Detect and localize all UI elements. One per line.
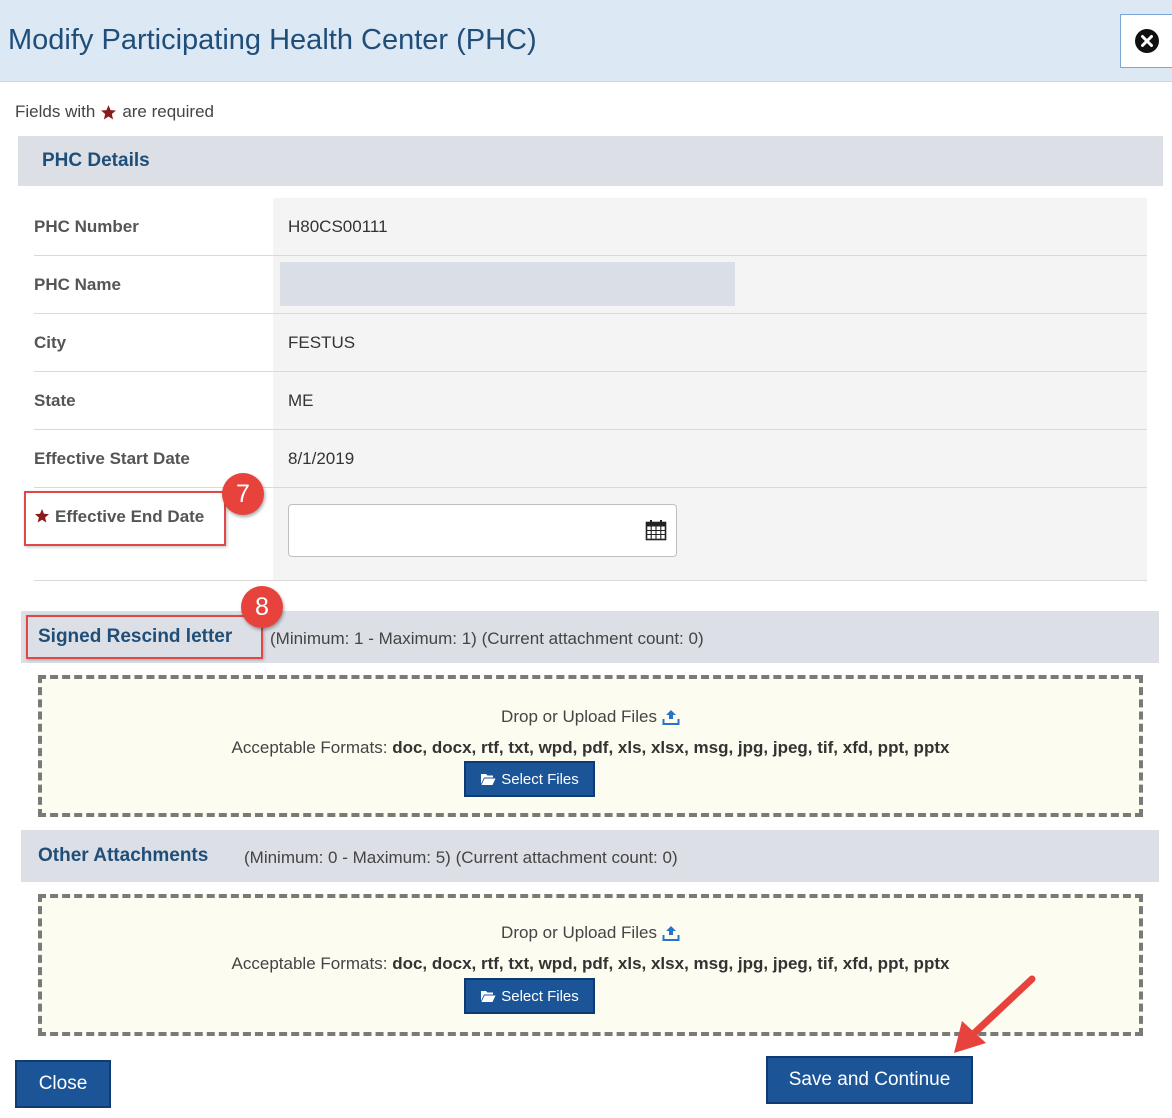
detail-value: H80CS00111: [273, 198, 1147, 255]
detail-label: PHC Number: [34, 198, 273, 255]
detail-row-state: State ME: [34, 372, 1147, 430]
end-date-value-container: [273, 488, 1147, 580]
required-note-prefix: Fields with: [15, 102, 96, 121]
phc-details-header: PHC Details: [18, 136, 1163, 186]
detail-row-phc-name: PHC Name: [34, 256, 1147, 314]
formats-label: Acceptable Formats:: [231, 738, 388, 757]
required-note: Fields with are required: [15, 102, 214, 122]
drop-upload-label: Drop or Upload Files: [501, 707, 657, 726]
rescind-dropzone[interactable]: Drop or Upload Files Acceptable Formats:…: [38, 675, 1143, 817]
redacted-phc-name: [280, 262, 735, 306]
detail-label: State: [34, 372, 273, 429]
dropzone-prompt: Drop or Upload Files: [42, 707, 1139, 727]
detail-value: ME: [273, 372, 1147, 429]
select-files-label: Select Files: [501, 987, 579, 1005]
required-note-suffix: are required: [122, 102, 214, 121]
upload-icon: [662, 926, 680, 941]
rescind-letter-meta: (Minimum: 1 - Maximum: 1) (Current attac…: [270, 629, 704, 648]
drop-upload-label: Drop or Upload Files: [501, 923, 657, 942]
select-files-button[interactable]: Select Files: [464, 761, 595, 797]
calendar-icon[interactable]: [645, 519, 667, 541]
end-date-input[interactable]: [288, 504, 677, 557]
other-attachments-header: Other Attachments (Minimum: 0 - Maximum:…: [21, 830, 1159, 882]
formats-list: doc, docx, rtf, txt, wpd, pdf, xls, xlsx…: [392, 738, 950, 757]
formats-list: doc, docx, rtf, txt, wpd, pdf, xls, xlsx…: [392, 954, 950, 973]
detail-row-city: City FESTUS: [34, 314, 1147, 372]
detail-value: 8/1/2019: [273, 430, 1147, 487]
formats-label: Acceptable Formats:: [231, 954, 388, 973]
detail-label: City: [34, 314, 273, 371]
dialog-header: Modify Participating Health Center (PHC): [0, 0, 1172, 82]
detail-row-phc-number: PHC Number H80CS00111: [34, 198, 1147, 256]
select-files-label: Select Files: [501, 770, 579, 788]
close-button[interactable]: Close: [15, 1060, 111, 1108]
dropzone-prompt: Drop or Upload Files: [42, 923, 1139, 943]
phc-details-title: PHC Details: [42, 150, 150, 171]
detail-value-container: [273, 256, 1147, 313]
dialog-title: Modify Participating Health Center (PHC): [8, 24, 537, 56]
other-attachments-meta: (Minimum: 0 - Maximum: 5) (Current attac…: [244, 848, 678, 867]
annotation-box-end-date: [24, 491, 226, 546]
other-attachments-title: Other Attachments: [38, 845, 209, 866]
select-files-button[interactable]: Select Files: [464, 978, 595, 1014]
detail-value: FESTUS: [273, 314, 1147, 371]
annotation-badge-7: 7: [222, 473, 264, 515]
upload-icon: [662, 710, 680, 725]
formats-line: Acceptable Formats: doc, docx, rtf, txt,…: [42, 738, 1139, 758]
required-star-icon: [101, 104, 117, 119]
close-circle-icon: [1134, 29, 1159, 53]
annotation-box-rescind: [26, 615, 263, 659]
arrow-annotation: [954, 975, 1036, 1053]
detail-label: PHC Name: [34, 256, 273, 313]
annotation-badge-8: 8: [241, 586, 283, 628]
folder-open-icon: [481, 991, 496, 1002]
folder-open-icon: [481, 774, 496, 785]
close-dialog-button[interactable]: [1120, 14, 1172, 68]
detail-row-start-date: Effective Start Date 8/1/2019: [34, 430, 1147, 488]
